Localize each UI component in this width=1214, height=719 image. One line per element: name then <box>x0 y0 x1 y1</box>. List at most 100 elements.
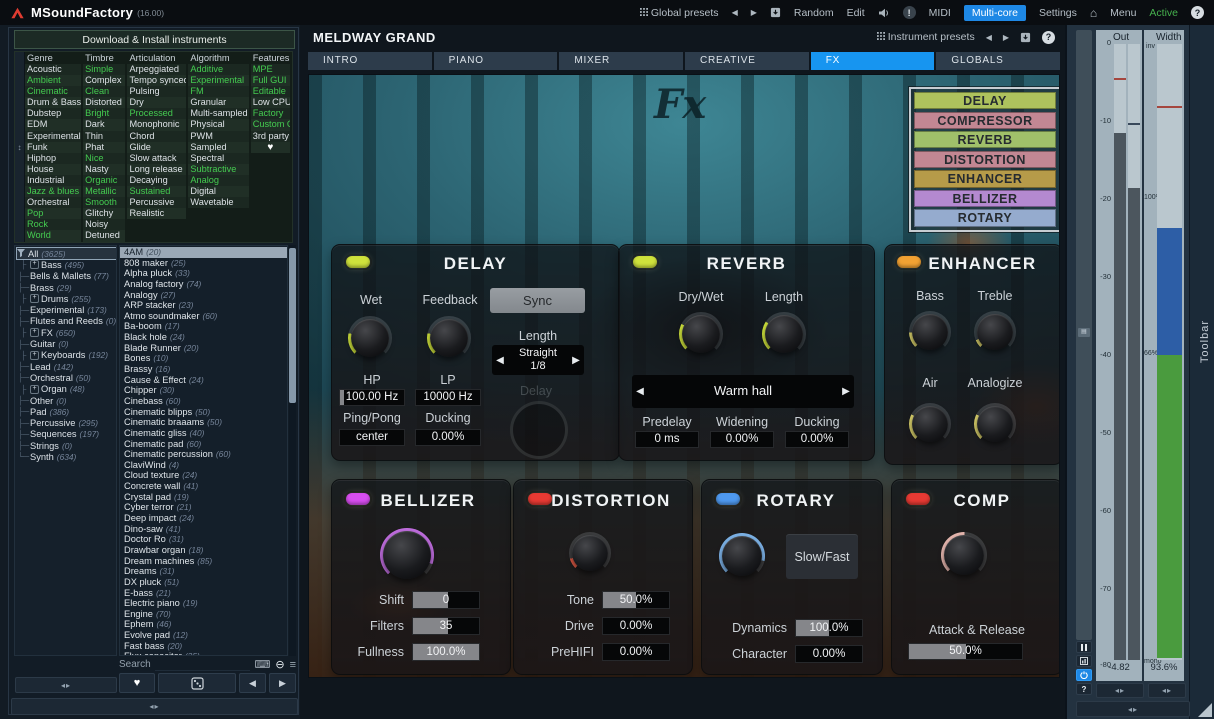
slow-fast-toggle[interactable]: Slow/Fast <box>786 534 858 579</box>
preset-next-button[interactable]: ▶ <box>751 8 757 17</box>
tree-hscrollbar[interactable]: ◂▸ <box>15 677 117 693</box>
tree-item[interactable]: + Pad (386) <box>17 406 116 417</box>
instrument-list-item[interactable]: Evolve pad (12) <box>120 630 287 641</box>
tag-item[interactable]: Pop <box>25 208 81 219</box>
instrument-list-item[interactable]: Cinematic blipps (50) <box>120 407 287 418</box>
instrument-list-item[interactable]: Chipper (30) <box>120 385 287 396</box>
toolbar-strip[interactable]: Toolbar <box>1189 25 1214 719</box>
tag-item[interactable]: Physical <box>188 119 248 130</box>
tag-item[interactable]: Hiphop <box>25 153 81 164</box>
sync-toggle[interactable]: Sync <box>490 288 585 313</box>
tag-item[interactable]: Experimental <box>25 131 81 142</box>
bellizer-knob[interactable] <box>380 528 434 582</box>
tag-item[interactable]: House <box>25 164 81 175</box>
tree-expander-icon[interactable]: + <box>30 294 39 303</box>
tab[interactable]: CREATIVE <box>685 52 809 70</box>
tone-value[interactable]: 50.0% <box>602 591 670 609</box>
tab[interactable]: GLOBALS <box>936 52 1060 70</box>
selector-left-icon[interactable]: ◀ <box>492 355 508 366</box>
home-icon[interactable]: ⌂ <box>1090 6 1097 20</box>
tag-item[interactable]: Long release <box>127 164 186 175</box>
tab[interactable]: PIANO <box>434 52 558 70</box>
tag-item[interactable]: Multi-sampled <box>188 108 248 119</box>
tree-item[interactable]: + Organ (48) <box>17 384 116 395</box>
tag-item[interactable]: Noisy <box>83 219 125 230</box>
treble-knob[interactable] <box>974 311 1016 353</box>
instrument-list-item[interactable]: Ba-boom (17) <box>120 321 287 332</box>
tab[interactable]: MIXER <box>559 52 683 70</box>
instrument-list-item[interactable]: Fast bass (20) <box>120 641 287 652</box>
filters-value[interactable]: 35 <box>412 617 480 635</box>
tag-item[interactable]: Tempo synced <box>127 75 186 86</box>
clear-filter-icon[interactable]: ⊖ <box>275 658 284 671</box>
settings-button[interactable]: Settings <box>1039 7 1077 19</box>
character-value[interactable]: 0.00% <box>795 645 863 663</box>
tag-item[interactable]: Factory <box>251 108 290 119</box>
instrument-list-item[interactable]: Electric piano (19) <box>120 598 287 609</box>
widening-value[interactable]: 0.00% <box>710 431 774 448</box>
power-button[interactable] <box>1076 669 1092 681</box>
tag-item[interactable]: Wavetable <box>188 197 248 208</box>
tree-item[interactable]: + Bass (495) <box>17 259 116 270</box>
lp-value[interactable]: 10000 Hz <box>415 389 481 406</box>
favorite-button[interactable]: ♥ <box>119 673 155 693</box>
instrument-list-item[interactable]: Cloud texture (24) <box>120 470 287 481</box>
tree-item[interactable]: + Strings (0) <box>17 440 116 451</box>
tag-item[interactable]: MPE <box>251 64 290 75</box>
tag-item[interactable]: Digital <box>188 186 248 197</box>
bass-knob[interactable] <box>909 311 951 353</box>
meter-mode-button[interactable] <box>1076 655 1092 667</box>
instrument-list-item[interactable]: Dream machines (85) <box>120 556 287 567</box>
tag-item[interactable]: Analog <box>188 175 248 186</box>
instrument-list-item[interactable]: Cinebass (60) <box>120 396 287 407</box>
tag-item[interactable]: Cinematic <box>25 86 81 97</box>
wet-knob[interactable] <box>348 316 392 360</box>
tag-item[interactable]: Drum & Bass <box>25 97 81 108</box>
tag-item[interactable]: Sustained <box>127 186 186 197</box>
save-icon[interactable] <box>1020 32 1031 43</box>
tag-item[interactable]: Metallic <box>83 186 125 197</box>
air-knob[interactable] <box>909 403 951 445</box>
attack-release-value[interactable]: 50.0% <box>908 643 1023 660</box>
tag-item[interactable]: Clean <box>83 86 125 97</box>
tree-item[interactable]: + Guitar (0) <box>17 338 116 349</box>
download-install-button[interactable]: Download & Install instruments <box>14 30 295 49</box>
info-icon[interactable]: ! <box>903 6 916 19</box>
instrument-list-item[interactable]: Doctor Ro (31) <box>120 534 287 545</box>
prehifi-value[interactable]: 0.00% <box>602 643 670 661</box>
next-preset-button[interactable]: ▶ <box>1003 33 1009 42</box>
instrument-list-item[interactable]: Crystal pad (19) <box>120 492 287 503</box>
tree-expander-icon[interactable]: + <box>30 385 39 394</box>
edit-button[interactable]: Edit <box>847 7 865 19</box>
tag-item[interactable]: Detuned <box>83 230 125 241</box>
tag-item[interactable]: Dark <box>83 119 125 130</box>
fullness-value[interactable]: 100.0% <box>412 643 480 661</box>
pingpong-value[interactable]: center <box>339 429 405 446</box>
tag-item[interactable]: Jazz & blues <box>25 186 81 197</box>
instrument-list-item[interactable]: E-bass (21) <box>120 588 287 599</box>
tree-item[interactable]: + Lead (142) <box>17 361 116 372</box>
tag-item[interactable]: Slow attack <box>127 153 186 164</box>
tag-item[interactable]: EDM <box>25 119 81 130</box>
tag-item[interactable]: Sampled <box>188 142 248 153</box>
tree-item[interactable]: + Keyboards (192) <box>17 350 116 361</box>
tag-item[interactable]: Chord <box>127 131 186 142</box>
instrument-list-item[interactable]: Flux capacitor (35) <box>120 651 287 656</box>
fx-chain-item[interactable]: COMPRESSOR <box>914 112 1056 129</box>
instrument-list-item[interactable]: Dreams (31) <box>120 566 287 577</box>
instrument-list-item[interactable]: Deep impact (24) <box>120 513 287 524</box>
instrument-list-item[interactable]: 808 maker (25) <box>120 258 287 269</box>
shift-value[interactable]: 0 <box>412 591 480 609</box>
length-knob[interactable] <box>762 312 806 356</box>
length-selector[interactable]: ◀ Straight1/8 ▶ <box>492 345 584 375</box>
tag-item[interactable]: FM <box>188 86 248 97</box>
help-icon[interactable]: ? <box>1191 6 1204 19</box>
save-icon[interactable] <box>770 7 781 18</box>
instrument-list-item[interactable]: Concrete wall (41) <box>120 481 287 492</box>
fx-chain-item[interactable]: DISTORTION <box>914 151 1056 168</box>
out-meter-hscrollbar[interactable]: ◂▸ <box>1096 683 1144 698</box>
menu-button[interactable]: Menu <box>1110 7 1136 19</box>
tag-item[interactable]: Acoustic <box>25 64 81 75</box>
instrument-list-item[interactable]: Cinematic percussion (60) <box>120 449 287 460</box>
selector-right-icon[interactable]: ▶ <box>568 355 584 366</box>
